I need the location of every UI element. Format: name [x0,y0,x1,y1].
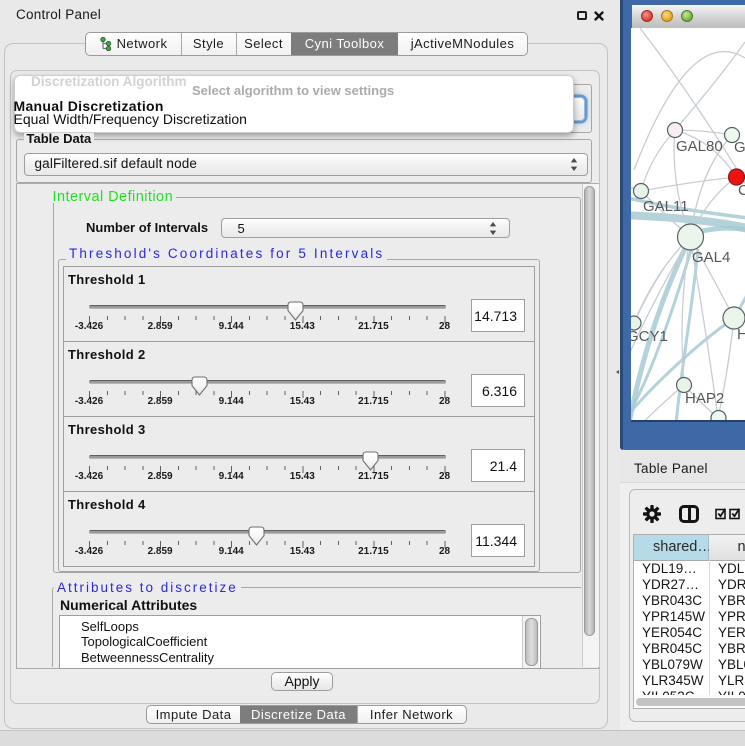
svg-text:GCY1: GCY1 [631,328,668,345]
svg-text:HAP2: HAP2 [685,390,724,407]
svg-text:GAL80: GAL80 [676,138,723,155]
svg-text:GAL4: GAL4 [692,249,730,266]
svg-text:CRZ1: CRZ1 [738,182,745,199]
svg-text:GAL2: GAL2 [734,139,745,156]
svg-text:GAL11: GAL11 [643,198,689,215]
svg-text:HIS4: HIS4 [737,326,745,343]
